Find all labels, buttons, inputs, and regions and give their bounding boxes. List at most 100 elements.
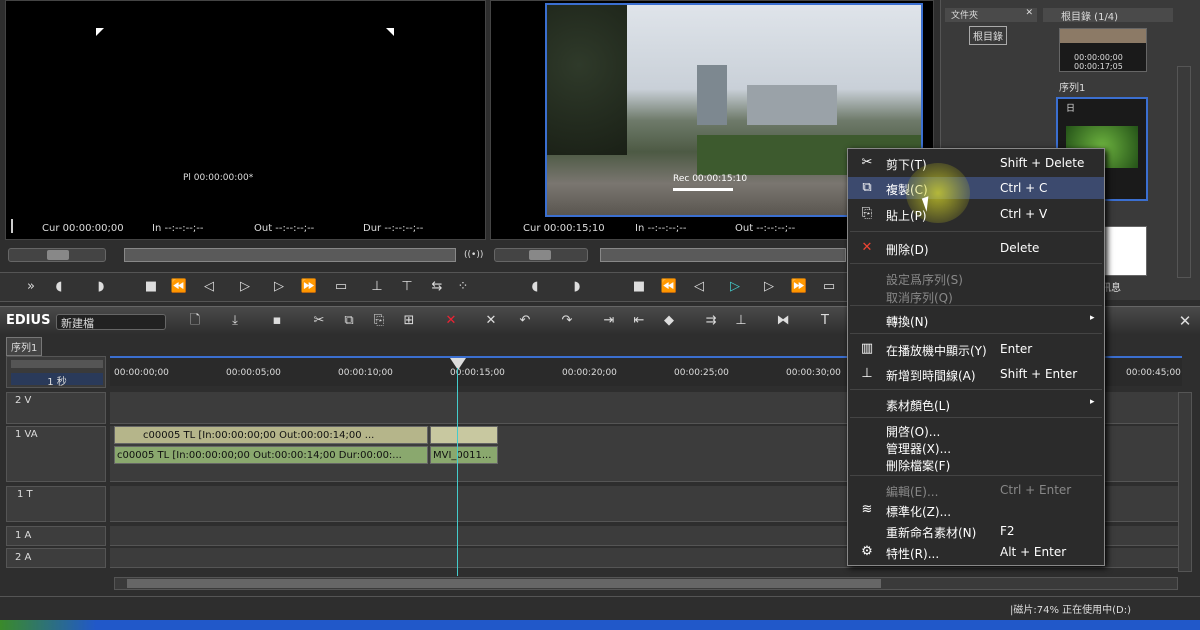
menu-item-cut[interactable]: ✂ 剪下(T) Shift + Delete <box>848 152 1104 174</box>
player-monitor[interactable]: Pl 00:00:00:00* Cur 00:00:00;00 In --:--… <box>5 0 486 240</box>
bin-scrollbar[interactable] <box>1177 66 1191 278</box>
scale-value[interactable]: 1 秒 <box>11 373 103 388</box>
seq-label: 序列1 <box>1059 83 1086 94</box>
track-label: 1 T <box>17 489 33 500</box>
paste-icon[interactable]: ⎘ <box>368 310 390 332</box>
track-header-1a[interactable]: 1 A <box>6 526 106 546</box>
copy-icon[interactable]: ⧉ <box>338 310 360 332</box>
menu-separator <box>850 417 1102 418</box>
rec-stop-icon[interactable]: ■ <box>628 276 650 298</box>
timeline-vscroll[interactable] <box>1178 392 1192 572</box>
slider-thumb[interactable] <box>47 250 69 260</box>
replace-icon[interactable]: ⊞ <box>398 310 420 332</box>
menu-item-open[interactable]: 開啓(O)... <box>848 419 1104 439</box>
sync-icon[interactable]: ⇤ <box>628 310 650 332</box>
snap-icon[interactable]: ⇥ <box>598 310 620 332</box>
folder-tab[interactable]: 文件夾 ✕ <box>945 8 1037 22</box>
open-icon[interactable]: ⤓ <box>224 310 246 332</box>
menu-item-edit[interactable]: 編輯(E)... Ctrl + Enter <box>848 479 1104 501</box>
close-icon[interactable]: ✕ <box>1025 8 1033 18</box>
ripple-delete-icon[interactable]: ✕ <box>480 310 502 332</box>
trim-icon[interactable]: ⇉ <box>700 310 722 332</box>
menu-item-manager[interactable]: 管理器(X)... <box>848 436 1104 456</box>
transport-row: » ◖ ◗ ■ ⏪ ◁ ▷ ▷ ⏩ ▭ ⊥ ⊤ ⇆ ⁘ ◖ ◗ ■ ⏪ ◁ ▷ … <box>0 272 848 302</box>
root-tab[interactable]: 根目錄 (1/4) <box>1043 8 1173 23</box>
stop-icon[interactable]: ■ <box>140 276 162 298</box>
delete-icon[interactable]: ✕ <box>440 310 462 332</box>
step-back-icon[interactable]: ◁ <box>198 276 220 298</box>
menu-item-rename[interactable]: 重新命名素材(N) F2 <box>848 520 1104 542</box>
track-header-2a[interactable]: 2 A <box>6 548 106 568</box>
audio-clip-2[interactable]: MVI_0011... <box>430 446 498 464</box>
track-header-2v[interactable]: 2 V <box>6 392 106 424</box>
slider-thumb[interactable] <box>529 250 551 260</box>
zoom-slider[interactable] <box>11 360 103 368</box>
menu-item-add-to-timeline[interactable]: ⊥ 新增到時間線(A) Shift + Enter <box>848 363 1104 385</box>
menu-item-properties[interactable]: ⚙ 特性(R)... Alt + Enter <box>848 541 1104 563</box>
player-position-bar[interactable] <box>124 248 456 262</box>
audio-clip[interactable]: c00005 TL [In:00:00:00;00 Out:00:00:14;0… <box>114 446 428 464</box>
video-clip[interactable]: c00005 TL [In:00:00:00;00 Out:00:00:14;0… <box>114 426 428 444</box>
shuttle-icon[interactable]: » <box>20 276 42 298</box>
hscroll-thumb[interactable] <box>127 579 881 588</box>
rec-loop-icon[interactable]: ▭ <box>818 276 840 298</box>
monitor-icon: ▥ <box>860 341 874 356</box>
undo-icon[interactable]: ↶ <box>514 310 536 332</box>
overwrite-icon[interactable]: ⊤ <box>396 276 418 298</box>
track-header-1va[interactable]: 1 VA <box>6 426 106 482</box>
title-icon[interactable]: T <box>814 310 836 332</box>
more-icon[interactable]: ⁘ <box>452 276 474 298</box>
audio-icon[interactable]: ((•)) <box>464 250 483 260</box>
menu-item-copy[interactable]: ⧉複製(C)Ctrl + C <box>848 177 1104 199</box>
submenu-arrow-icon: ▸ <box>1090 397 1095 407</box>
track-label: 2 A <box>15 552 32 563</box>
menu-item-clip-color[interactable]: 素材顏色(L) ▸ <box>848 393 1104 415</box>
menu-item-normalize[interactable]: ≋ 標準化(Z)... <box>848 499 1104 521</box>
marker-icon[interactable]: ◆ <box>658 310 680 332</box>
loop-icon[interactable]: ▭ <box>330 276 352 298</box>
play-icon[interactable]: ▷ <box>234 276 256 298</box>
rec-play-icon[interactable]: ▷ <box>724 276 746 298</box>
rec-set-out-icon[interactable]: ◗ <box>566 276 588 298</box>
menu-item-set-sequence[interactable]: 設定爲序列(S) <box>848 267 1104 287</box>
recorder-shuttle-slider[interactable] <box>494 248 588 262</box>
mixer-icon[interactable]: ⊥ <box>730 310 752 332</box>
insert-icon[interactable]: ⊥ <box>366 276 388 298</box>
rewind-icon[interactable]: ⏪ <box>168 276 190 298</box>
match-icon[interactable]: ⇆ <box>426 276 448 298</box>
set-out-icon[interactable]: ◗ <box>90 276 112 298</box>
rec-fast-forward-icon[interactable]: ⏩ <box>788 276 810 298</box>
new-icon[interactable]: 🗋 <box>184 310 206 332</box>
scale-control: 1 秒 <box>6 356 106 388</box>
menu-item-delete[interactable]: ✕ 刪除(D) Delete <box>848 237 1104 259</box>
video-clip-2[interactable] <box>430 426 498 444</box>
bin-clip-1[interactable]: 00:00:00;00 00:00:17;05 <box>1059 28 1147 72</box>
menu-item-show-in-player[interactable]: ▥ 在播放機中顯示(Y) Enter <box>848 338 1104 360</box>
tab-sequence-1[interactable]: 序列1 <box>6 337 43 356</box>
set-in-icon[interactable]: ◖ <box>48 276 70 298</box>
rec-set-in-icon[interactable]: ◖ <box>524 276 546 298</box>
project-name[interactable]: 新建檔 <box>56 314 166 330</box>
menu-item-delete-file[interactable]: 刪除檔案(F) <box>848 453 1104 473</box>
rec-rewind-icon[interactable]: ⏪ <box>658 276 680 298</box>
shuttle-slider[interactable] <box>8 248 106 262</box>
menu-item-unset-sequence[interactable]: 取消序列(Q) <box>848 285 1104 305</box>
cut-icon[interactable]: ✂ <box>308 310 330 332</box>
clip-tc-2: 00:00:17;05 <box>1074 62 1123 71</box>
timeline-hscroll[interactable] <box>114 577 1178 590</box>
redo-icon[interactable]: ↷ <box>556 310 578 332</box>
save-icon[interactable]: ▪ <box>266 310 288 332</box>
transition-icon[interactable]: ⧓ <box>772 310 794 332</box>
status-text: |磁片:74% 正在使用中(D:) <box>1010 605 1132 616</box>
track-header-1t[interactable]: 1 T <box>6 486 106 522</box>
fast-forward-icon[interactable]: ⏩ <box>298 276 320 298</box>
rec-step-forward-icon[interactable]: ▷ <box>758 276 780 298</box>
close-icon[interactable]: ✕ <box>1174 310 1196 332</box>
step-forward-icon[interactable]: ▷ <box>268 276 290 298</box>
menu-item-convert[interactable]: 轉換(N) ▸ <box>848 309 1104 331</box>
rec-step-back-icon[interactable]: ◁ <box>688 276 710 298</box>
recorder-position-bar[interactable] <box>600 248 846 262</box>
menu-item-paste[interactable]: ⎘ 貼上(P) Ctrl + V <box>848 203 1104 225</box>
tree-root-item[interactable]: 根目錄 <box>969 26 1007 45</box>
playhead-icon[interactable] <box>450 358 466 370</box>
